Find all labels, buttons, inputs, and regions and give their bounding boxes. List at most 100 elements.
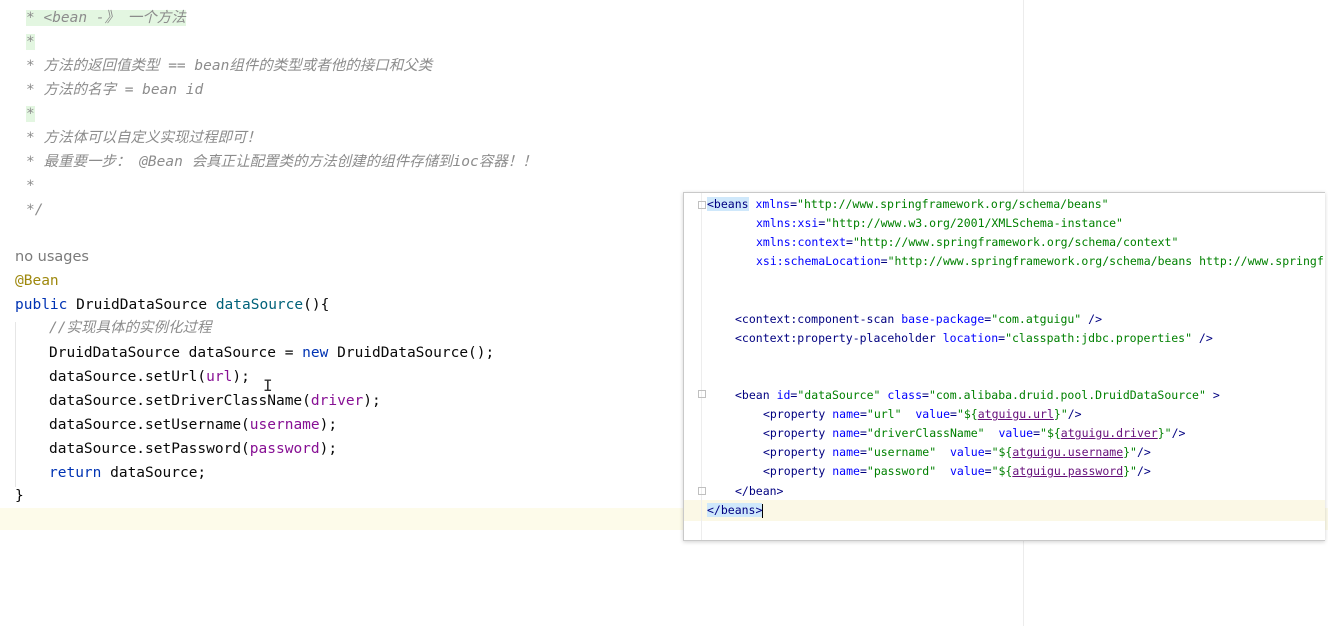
doc-comment-line: *: [26, 30, 35, 54]
param-url: url: [206, 369, 233, 385]
xml-line-bean: <bean id="dataSource" class="com.alibaba…: [735, 388, 1220, 402]
xml-tag-end: />: [1081, 312, 1103, 326]
xml-attr: name: [832, 407, 860, 421]
xml-tag: <property: [763, 426, 826, 440]
xml-value: "http://www.w3.org/2001/XMLSchema-instan…: [825, 216, 1123, 230]
code-line-set-username: dataSource.setUsername(username);: [49, 413, 337, 437]
xml-value: "password": [866, 464, 937, 478]
xml-attr: value: [998, 426, 1034, 440]
doc-comment-text: *: [26, 34, 35, 50]
method-name: dataSource: [215, 297, 304, 313]
xml-config-panel[interactable]: <beans xmlns="http://www.springframework…: [683, 192, 1325, 541]
xml-value: "http://www.springframework.org/schema/b…: [797, 197, 1109, 211]
call-close: );: [319, 441, 338, 457]
call-close: );: [232, 369, 250, 385]
xml-value: "dataSource": [797, 388, 881, 402]
decl-text: DruidDataSource dataSource =: [49, 345, 303, 361]
xml-attr: value: [950, 445, 985, 459]
xml-line-component-scan: <context:component-scan base-package="co…: [735, 312, 1103, 326]
code-line-set-driver: dataSource.setDriverClassName(driver);: [49, 389, 381, 413]
xml-placeholder-key[interactable]: atguigu.url: [978, 407, 1054, 421]
xml-tag-beans-end: </beans>: [707, 503, 763, 517]
xml-placeholder-key[interactable]: atguigu.driver: [1061, 426, 1158, 440]
xml-line-beans-end: </beans>: [707, 501, 764, 520]
fold-marker-icon[interactable]: [698, 487, 706, 495]
xml-attr: class: [887, 388, 923, 402]
param-username: username: [249, 417, 320, 433]
xml-line-property-driver: <property name="driverClassName" value="…: [763, 426, 1186, 440]
doc-comment-line: *: [26, 102, 35, 126]
xml-value-pre: "${: [1040, 426, 1061, 440]
xml-tag: <property: [763, 464, 826, 478]
xml-value: "username": [866, 445, 937, 459]
call-close: );: [319, 417, 338, 433]
xml-value: "http://www.springframework.org/schema/c…: [852, 235, 1179, 249]
doc-comment-line: * <bean -》 一个方法: [26, 6, 186, 30]
xml-placeholder-key[interactable]: atguigu.username: [1012, 445, 1123, 459]
xml-value: "com.alibaba.druid.pool.DruidDataSource": [928, 388, 1206, 402]
keyword-new: new: [302, 345, 329, 361]
keyword-public: public: [15, 297, 68, 313]
bean-annotation: @Bean: [15, 273, 59, 289]
xml-value-pre: "${: [991, 445, 1013, 459]
code-line-decl: DruidDataSource dataSource = new DruidDa…: [49, 341, 494, 365]
xml-value: "http://www.springframework.org/schema/b…: [887, 254, 1324, 268]
code-line-set-password: dataSource.setPassword(password);: [49, 437, 337, 461]
xml-tag-end: />: [1067, 407, 1082, 421]
xml-attr: base-package: [901, 312, 985, 326]
xml-value: "classpath:jdbc.properties": [1005, 331, 1192, 345]
call-close: );: [363, 393, 381, 409]
xml-tag-beans: <beans: [707, 197, 749, 211]
doc-comment-text: *: [26, 106, 35, 122]
closing-brace: }: [15, 488, 24, 504]
return-value: dataSource;: [101, 465, 207, 481]
xml-line-property-username: <property name="username" value="${atgui…: [763, 445, 1151, 459]
xml-value: "driverClassName": [866, 426, 985, 440]
xml-attr: value: [950, 464, 985, 478]
line-comment: //实现具体的实例化过程: [49, 320, 212, 336]
keyword-return: return: [49, 465, 102, 481]
xml-tag-end: />: [1171, 426, 1186, 440]
code-line-set-url: dataSource.setUrl(url);: [49, 365, 250, 389]
xml-tag: <context:component-scan: [735, 312, 895, 326]
xml-line-context: xmlns:context="http://www.springframewor…: [756, 235, 1179, 249]
xml-tag: <property: [763, 407, 826, 421]
xml-attr: name: [832, 426, 860, 440]
doc-comment-line: * 最重要一步： @Bean 会真正让配置类的方法创建的组件存储到ioc容器！！: [26, 154, 537, 170]
xml-current-line: [684, 500, 1325, 521]
xml-line-property-password: <property name="password" value="${atgui…: [763, 464, 1151, 478]
call-text: dataSource.setDriverClassName(: [49, 393, 311, 409]
xml-value-post: }": [1157, 426, 1172, 440]
xml-line-placeholder: <context:property-placeholder location="…: [735, 331, 1213, 345]
indent-guide: [15, 322, 16, 487]
fold-marker-icon[interactable]: [698, 390, 706, 398]
xml-attr: xmlns:context: [756, 235, 847, 249]
param-password: password: [249, 441, 320, 457]
text-cursor-icon: I: [263, 376, 273, 395]
doc-comment-line: *: [26, 178, 35, 194]
xml-attr: location: [942, 331, 999, 345]
xml-attr: id: [776, 388, 791, 402]
xml-tag-end: />: [1192, 331, 1213, 345]
usages-hint[interactable]: no usages: [15, 245, 89, 269]
xml-attr: xsi:schemaLocation: [756, 254, 881, 268]
xml-value-pre: "${: [991, 464, 1013, 478]
xml-value-post: }": [1123, 464, 1137, 478]
xml-tag-end: />: [1136, 445, 1151, 459]
doc-comment-line: * 方法的名字 = bean id: [26, 82, 204, 98]
xml-value-post: }": [1123, 445, 1137, 459]
xml-attr: value: [915, 407, 950, 421]
call-text: dataSource.setUrl(: [49, 369, 207, 385]
xml-attr: xmlns:xsi: [756, 216, 819, 230]
xml-placeholder-key[interactable]: atguigu.password: [1012, 464, 1123, 478]
doc-comment-line: * 方法体可以自定义实现过程即可！: [26, 130, 261, 146]
xml-tag-end: >: [1205, 388, 1220, 402]
constructor-call: DruidDataSource();: [328, 345, 495, 361]
fold-marker-icon[interactable]: [698, 201, 706, 209]
doc-comment-highlight: * <bean -》 一个方法: [26, 10, 186, 26]
code-line-return: return dataSource;: [49, 461, 206, 485]
xml-tag: <context:property-placeholder: [735, 331, 936, 345]
xml-text-caret: [762, 503, 764, 518]
call-text: dataSource.setUsername(: [49, 417, 250, 433]
xml-line-xsi: xmlns:xsi="http://www.w3.org/2001/XMLSch…: [756, 216, 1123, 230]
